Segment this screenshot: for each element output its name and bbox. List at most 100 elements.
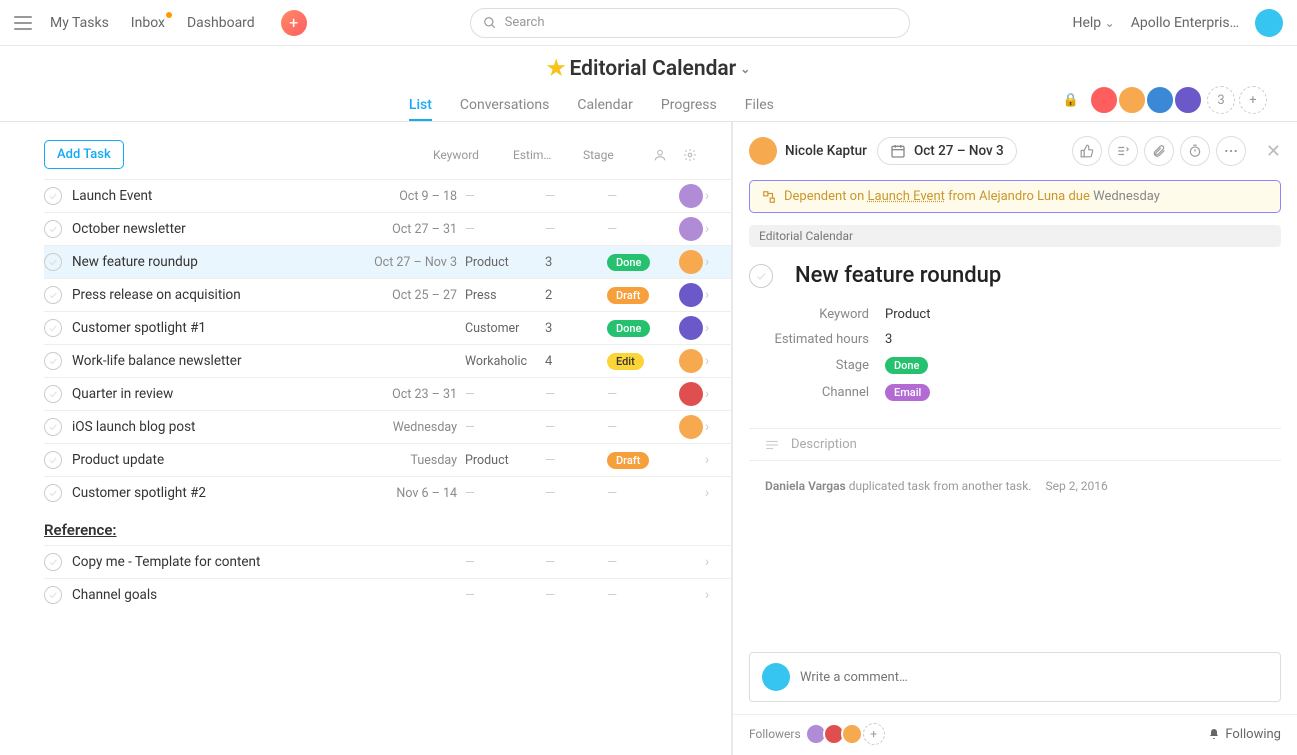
- following-toggle[interactable]: Following: [1208, 727, 1281, 742]
- like-icon[interactable]: [1072, 136, 1102, 166]
- section-heading-reference[interactable]: Reference:: [44, 509, 731, 545]
- task-checkbox[interactable]: [44, 187, 62, 205]
- menu-icon[interactable]: [14, 16, 32, 30]
- star-icon[interactable]: ★: [547, 56, 566, 81]
- tab-progress[interactable]: Progress: [661, 91, 717, 121]
- task-assignee[interactable]: [677, 316, 705, 340]
- field-label-estimated: Estimated hours: [749, 332, 869, 347]
- search-input[interactable]: Search: [470, 8, 910, 38]
- chevron-right-icon: ›: [705, 485, 721, 501]
- task-checkbox[interactable]: [44, 352, 62, 370]
- field-label-channel: Channel: [749, 385, 869, 400]
- add-member-button[interactable]: +: [1239, 86, 1267, 114]
- project-title[interactable]: ★ Editorial Calendar ⌄: [547, 56, 751, 81]
- task-checkbox[interactable]: [44, 484, 62, 502]
- help-menu[interactable]: Help ⌄: [1072, 15, 1114, 31]
- task-assignee[interactable]: [677, 217, 705, 241]
- project-chip[interactable]: Editorial Calendar: [749, 225, 1281, 247]
- task-checkbox[interactable]: [44, 451, 62, 469]
- task-checkbox[interactable]: [44, 553, 62, 571]
- field-value-channel[interactable]: Email: [885, 384, 930, 401]
- task-checkbox[interactable]: [44, 586, 62, 604]
- task-assignee[interactable]: [677, 250, 705, 274]
- task-assignee[interactable]: [677, 415, 705, 439]
- tab-calendar[interactable]: Calendar: [577, 91, 633, 121]
- task-assignee[interactable]: [677, 184, 705, 208]
- task-row[interactable]: Customer spotlight #1Customer3Done›: [44, 311, 731, 344]
- task-assignee[interactable]: [677, 382, 705, 406]
- add-follower-button[interactable]: +: [863, 723, 885, 745]
- tab-files[interactable]: Files: [745, 91, 774, 121]
- task-row[interactable]: Copy me - Template for content———›: [44, 545, 731, 578]
- complete-checkbox[interactable]: [749, 264, 773, 288]
- close-icon[interactable]: ✕: [1266, 141, 1281, 162]
- search-placeholder: Search: [505, 15, 545, 30]
- nav-my-tasks[interactable]: My Tasks: [50, 15, 109, 31]
- follower-avatar[interactable]: [841, 723, 863, 745]
- more-icon[interactable]: [1216, 136, 1246, 166]
- task-assignee[interactable]: [677, 349, 705, 373]
- field-value-keyword[interactable]: Product: [885, 307, 930, 322]
- task-row[interactable]: October newsletterOct 27 – 31———›: [44, 212, 731, 245]
- task-assignee[interactable]: [677, 283, 705, 307]
- task-checkbox[interactable]: [44, 385, 62, 403]
- task-stage: Done: [607, 320, 677, 337]
- task-row[interactable]: Press release on acquisitionOct 25 – 27P…: [44, 278, 731, 311]
- task-name: Launch Event: [72, 188, 347, 204]
- task-row[interactable]: Work-life balance newsletterWorkaholic4E…: [44, 344, 731, 377]
- chevron-right-icon: ›: [705, 452, 721, 468]
- field-value-stage[interactable]: Done: [885, 357, 928, 374]
- lock-icon[interactable]: 🔒: [1063, 93, 1079, 108]
- gear-icon[interactable]: [683, 148, 713, 162]
- task-row[interactable]: Launch EventOct 9 – 18———›: [44, 179, 731, 212]
- member-overflow[interactable]: 3: [1207, 86, 1235, 114]
- task-row[interactable]: iOS launch blog postWednesday———›: [44, 410, 731, 443]
- task-date: Tuesday: [347, 453, 457, 468]
- due-date-text: Oct 27 – Nov 3: [914, 143, 1004, 159]
- timer-icon[interactable]: [1180, 136, 1210, 166]
- task-checkbox[interactable]: [44, 220, 62, 238]
- col-assignee-icon[interactable]: [653, 148, 683, 162]
- quick-add-button[interactable]: +: [281, 10, 307, 36]
- tab-list[interactable]: List: [409, 91, 432, 121]
- comment-input[interactable]: [800, 663, 1268, 691]
- description-icon: [765, 440, 779, 450]
- chevron-right-icon: ›: [705, 320, 721, 336]
- task-keyword: Product: [457, 255, 537, 270]
- dependency-banner[interactable]: Dependent on Launch Event from Alejandro…: [749, 180, 1281, 213]
- comment-composer[interactable]: [749, 652, 1281, 702]
- task-checkbox[interactable]: [44, 253, 62, 271]
- member-avatar[interactable]: [1173, 85, 1203, 115]
- task-row[interactable]: Channel goals———›: [44, 578, 731, 611]
- profile-avatar[interactable]: [1255, 9, 1283, 37]
- task-title[interactable]: New feature roundup: [795, 263, 1001, 288]
- nav-inbox[interactable]: Inbox: [131, 15, 165, 31]
- attachment-icon[interactable]: [1144, 136, 1174, 166]
- member-avatar[interactable]: [1089, 85, 1119, 115]
- task-row[interactable]: Quarter in reviewOct 23 – 31———›: [44, 377, 731, 410]
- member-avatar[interactable]: [1145, 85, 1175, 115]
- task-checkbox[interactable]: [44, 418, 62, 436]
- task-checkbox[interactable]: [44, 286, 62, 304]
- task-checkbox[interactable]: [44, 319, 62, 337]
- org-switcher[interactable]: Apollo Enterpris…: [1131, 15, 1239, 31]
- task-name: Work-life balance newsletter: [72, 353, 347, 369]
- col-stage[interactable]: Stage: [583, 148, 653, 162]
- nav-dashboard[interactable]: Dashboard: [187, 15, 255, 31]
- tab-conversations[interactable]: Conversations: [460, 91, 549, 121]
- task-row[interactable]: Product updateTuesdayProduct—Draft›: [44, 443, 731, 476]
- add-task-button[interactable]: Add Task: [44, 140, 124, 169]
- task-date: Oct 27 – Nov 3: [347, 255, 457, 270]
- col-estimated[interactable]: Estim…: [513, 148, 583, 162]
- due-date-pill[interactable]: Oct 27 – Nov 3: [877, 137, 1017, 165]
- subtask-icon[interactable]: [1108, 136, 1138, 166]
- description-field[interactable]: Description: [749, 428, 1281, 461]
- col-keyword[interactable]: Keyword: [433, 148, 513, 162]
- chevron-down-icon[interactable]: ⌄: [740, 62, 750, 76]
- task-row[interactable]: Customer spotlight #2Nov 6 – 14———›: [44, 476, 731, 509]
- task-row[interactable]: New feature roundupOct 27 – Nov 3Product…: [44, 245, 731, 278]
- field-value-estimated[interactable]: 3: [885, 332, 892, 347]
- assignee-pill[interactable]: Nicole Kaptur: [749, 137, 867, 165]
- task-name: Customer spotlight #1: [72, 320, 347, 336]
- member-avatar[interactable]: [1117, 85, 1147, 115]
